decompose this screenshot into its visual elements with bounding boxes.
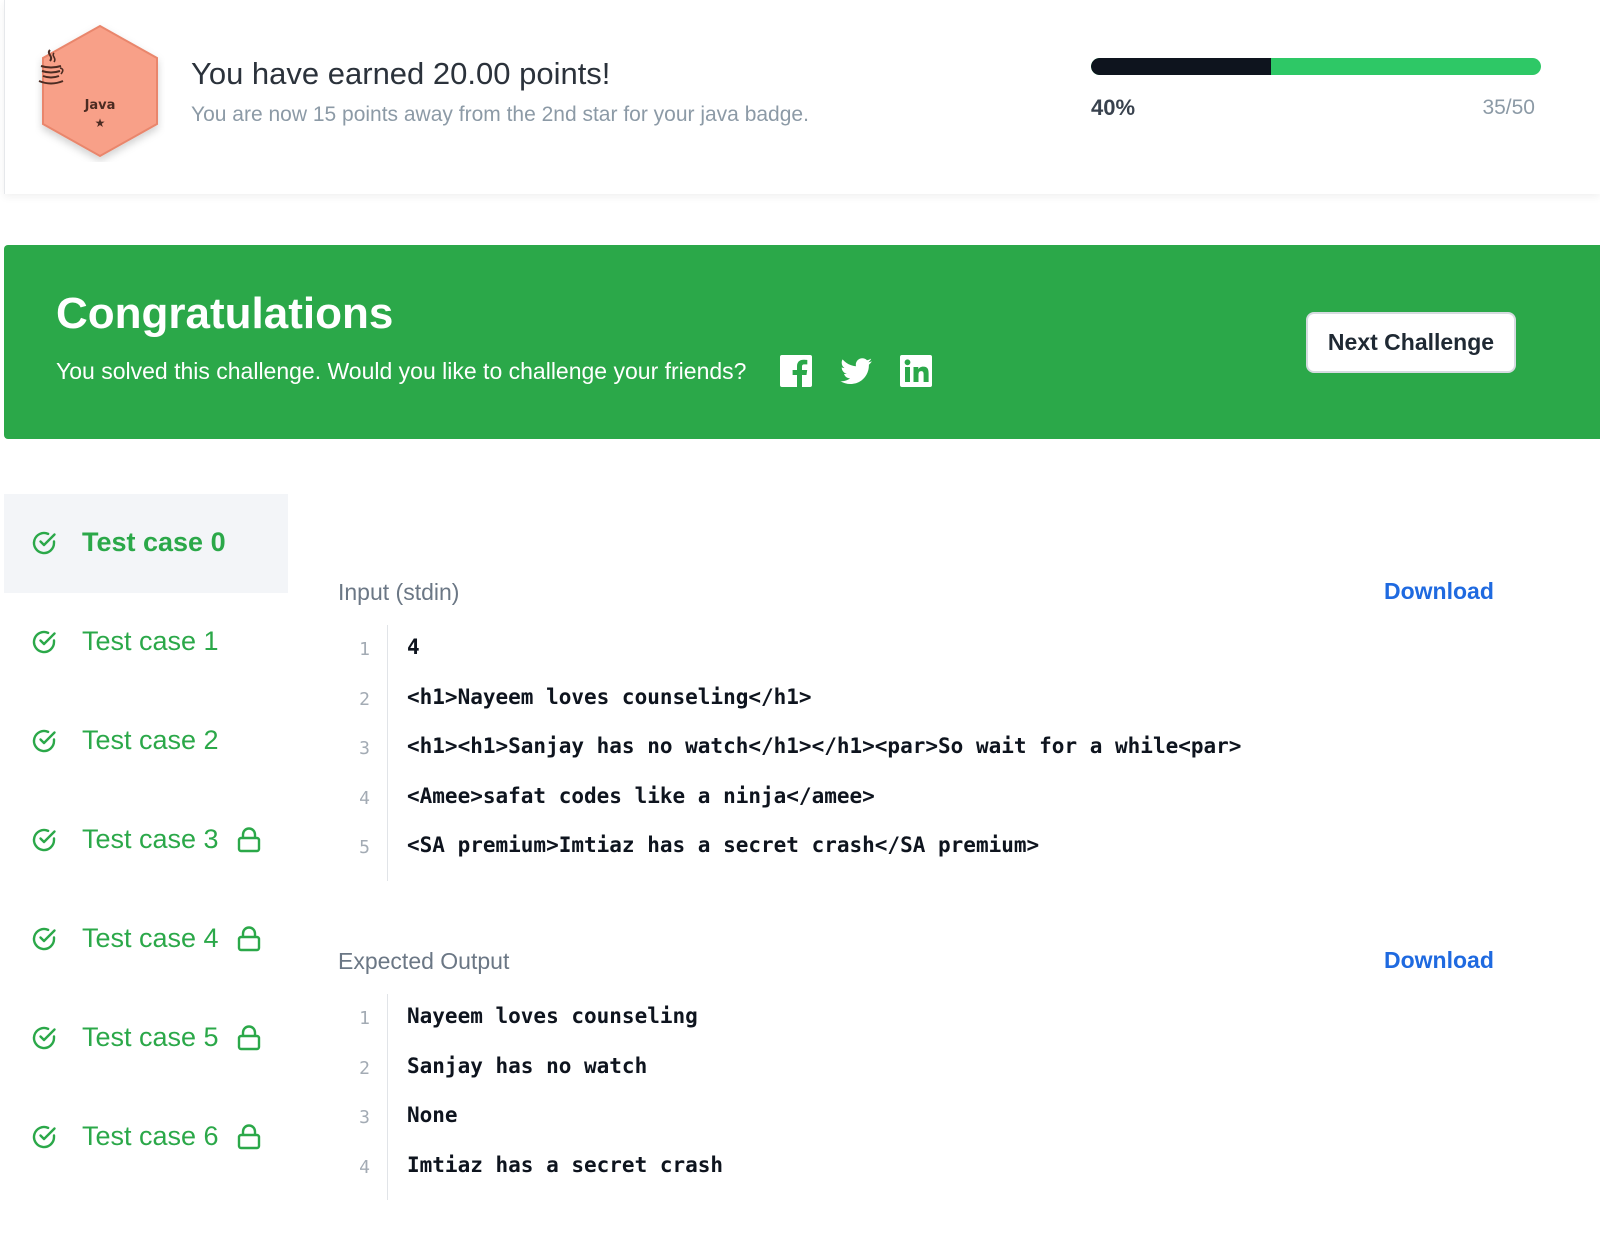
test-case-label: Test case 3: [82, 824, 219, 854]
expected-output-download-link[interactable]: Download: [1384, 947, 1494, 974]
code-line: 5 <SA premium>Imtiaz has a secret crash</…: [338, 823, 1558, 873]
test-case-item-1[interactable]: Test case 1: [4, 593, 288, 692]
expected-output-code-block: 1 Nayeem loves counseling 2 Sanjay has no w…: [338, 994, 1558, 1200]
line-text: Nayeem loves counseling: [407, 1004, 698, 1028]
code-line: 3 None: [338, 1093, 1558, 1143]
lock-icon: [236, 1024, 262, 1052]
twitter-icon[interactable]: [838, 353, 874, 389]
test-case-label: Test case 0: [82, 527, 226, 557]
check-circle-icon: [30, 628, 58, 656]
test-case-item-6[interactable]: Test case 6: [4, 1088, 288, 1187]
check-circle-icon: [30, 727, 58, 755]
line-text: None: [407, 1103, 458, 1127]
linkedin-icon[interactable]: [898, 353, 934, 389]
line-number: 2: [359, 688, 370, 710]
test-case-list: Test case 0 Test case 1 Test case 2 Test ca…: [4, 494, 288, 1187]
java-badge: Java ★: [35, 22, 165, 162]
line-number: 4: [359, 1156, 370, 1178]
code-line: 4 <Amee>safat codes like a ninja</amee>: [338, 774, 1558, 824]
check-circle-icon: [30, 826, 58, 854]
next-challenge-button[interactable]: Next Challenge: [1306, 312, 1516, 373]
check-circle-icon: [30, 1123, 58, 1151]
badge-progress-bar: [1091, 58, 1541, 75]
test-case-label: Test case 1: [82, 626, 219, 656]
line-text: 4: [407, 635, 420, 659]
line-text: <h1><h1>Sanjay has no watch</h1></h1><pa…: [407, 734, 1242, 758]
line-text: <h1>Nayeem loves counseling</h1>: [407, 684, 812, 709]
lock-icon: [236, 925, 262, 953]
code-line: 3 <h1><h1>Sanjay has no watch</h1></h1><p…: [338, 724, 1558, 774]
congratulations-banner: Congratulations You solved this challeng…: [4, 245, 1600, 439]
code-line: 2 <h1>Nayeem loves counseling</h1>: [338, 675, 1558, 725]
code-line: 2 Sanjay has no watch: [338, 1044, 1558, 1094]
check-circle-icon: [30, 925, 58, 953]
points-earned-subtitle: You are now 15 points away from the 2nd …: [191, 103, 809, 126]
banner-subtitle: You solved this challenge. Would you lik…: [56, 358, 747, 384]
badge-star-icon: ★: [94, 116, 106, 130]
test-case-label: Test case 6: [82, 1121, 219, 1151]
test-case-item-0[interactable]: Test case 0: [4, 494, 288, 593]
test-case-item-5[interactable]: Test case 5: [4, 989, 288, 1088]
line-number: 4: [359, 787, 370, 809]
facebook-icon[interactable]: [778, 353, 814, 389]
hexagon-badge-icon: [42, 24, 158, 158]
line-text: Imtiaz has a secret crash: [407, 1152, 724, 1177]
badge-progress-fill: [1091, 58, 1271, 75]
badge-language: Java: [84, 98, 116, 113]
code-line: 14: [338, 625, 1558, 675]
badge-card: Java ★ You have earned 20.00 points! You…: [4, 0, 1600, 194]
test-case-item-2[interactable]: Test case 2: [4, 692, 288, 791]
line-number: 1: [359, 639, 370, 660]
input-heading: Input (stdin): [338, 579, 460, 605]
line-number: 3: [359, 738, 370, 759]
test-case-item-3[interactable]: Test case 3: [4, 791, 288, 890]
test-case-label: Test case 5: [82, 1022, 219, 1052]
code-line: 1 Nayeem loves counseling: [338, 994, 1558, 1044]
check-circle-icon: [30, 529, 58, 557]
lock-icon: [236, 826, 262, 854]
check-circle-icon: [30, 1024, 58, 1052]
progress-percent: 40%: [1091, 95, 1136, 120]
line-number: 1: [359, 1008, 370, 1029]
progress-count: 35/50: [1482, 96, 1535, 119]
line-text: Sanjay has no watch: [407, 1053, 648, 1078]
line-number: 2: [359, 1057, 370, 1079]
lock-icon: [236, 1123, 262, 1151]
test-case-item-4[interactable]: Test case 4: [4, 890, 288, 989]
line-number: 3: [359, 1107, 370, 1128]
expected-output-heading: Expected Output: [338, 948, 510, 974]
input-download-link[interactable]: Download: [1384, 578, 1494, 605]
banner-title: Congratulations: [56, 289, 394, 338]
test-case-label: Test case 2: [82, 725, 219, 755]
line-text: <SA premium>Imtiaz has a secret crash</S…: [407, 833, 1040, 857]
line-number: 5: [359, 837, 370, 858]
input-code-block: 1 4 2 <h1>Nayeem loves counseling</h1> 3 <h1>…: [338, 625, 1558, 881]
test-case-label: Test case 4: [82, 923, 219, 953]
code-line: 4 Imtiaz has a secret crash: [338, 1143, 1558, 1193]
line-text: <Amee>safat codes like a ninja</amee>: [407, 783, 875, 808]
points-earned-title: You have earned 20.00 points!: [191, 56, 611, 91]
